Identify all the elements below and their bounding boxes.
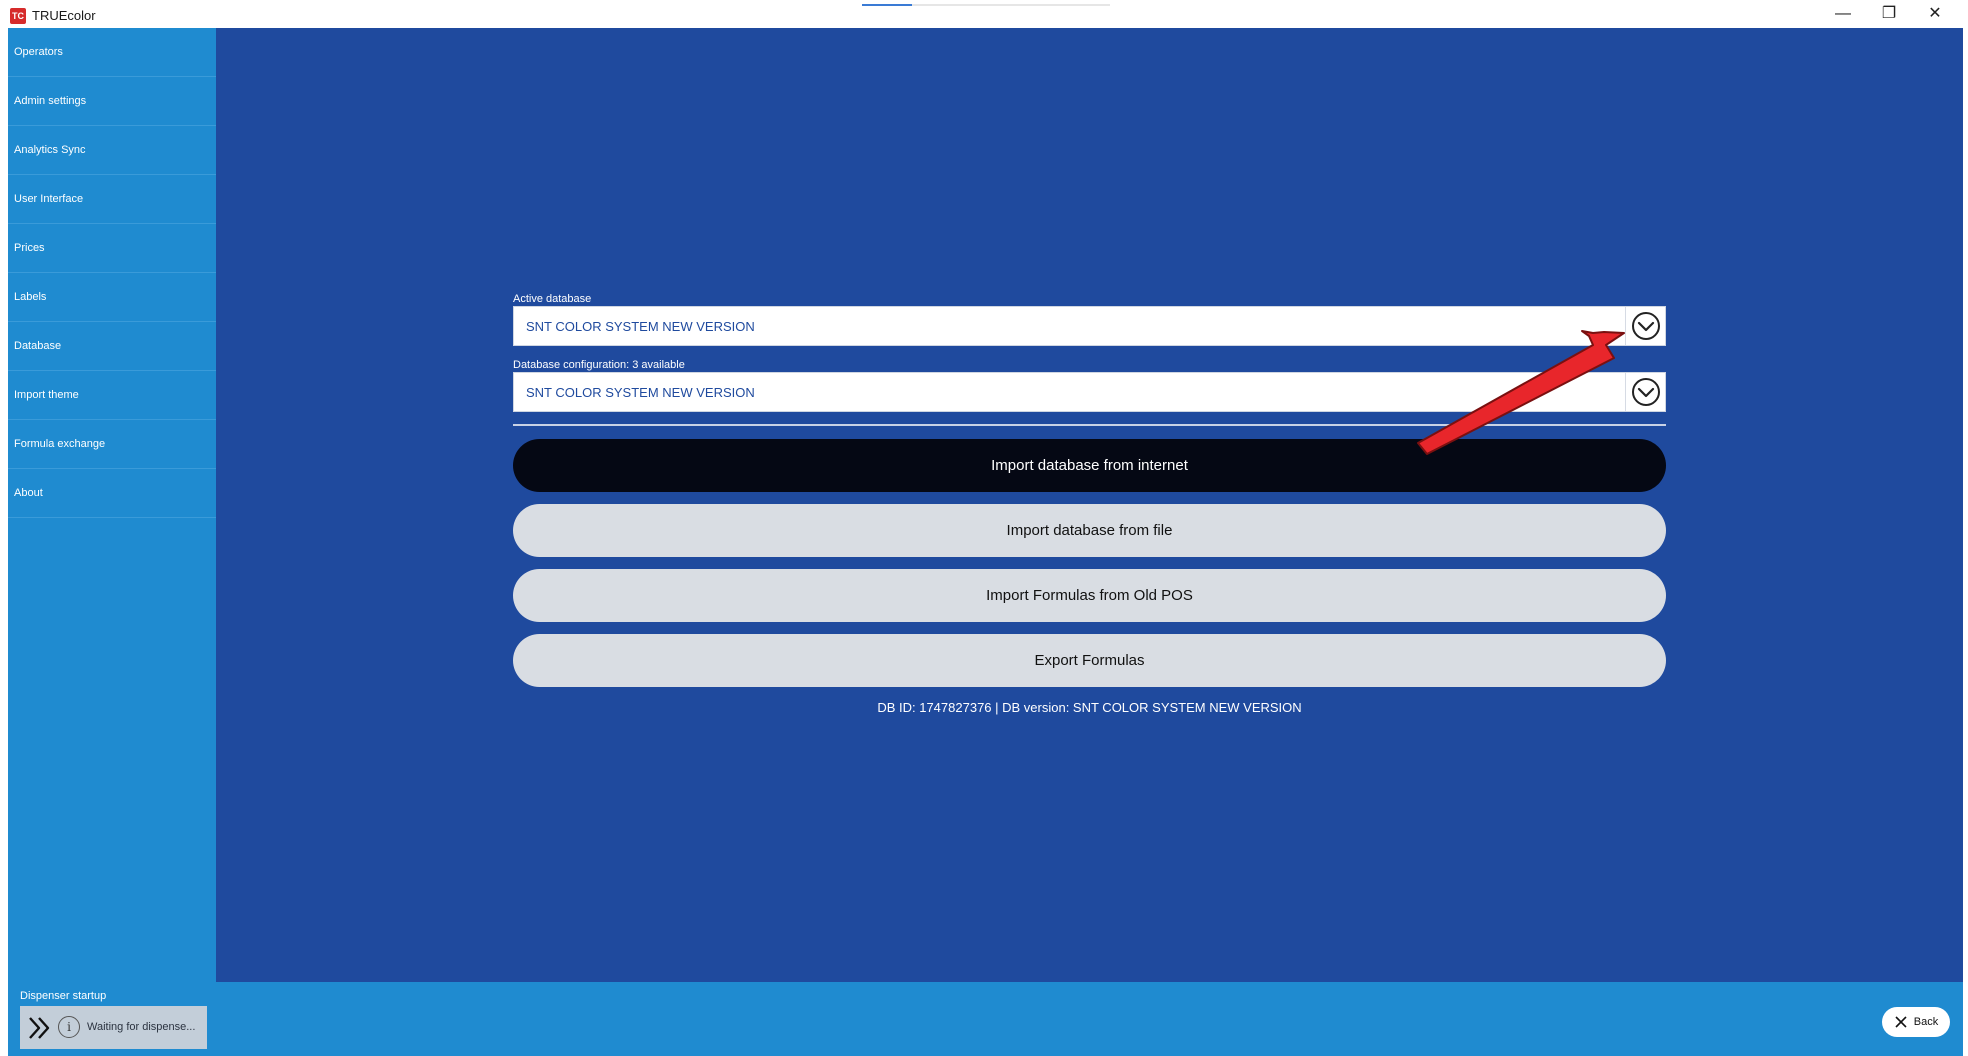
right-edge-strip xyxy=(1963,28,1968,1056)
back-button-label: Back xyxy=(1913,1016,1939,1028)
sidebar: Operators Admin settings Analytics Sync … xyxy=(8,28,216,982)
database-info-text: DB ID: 1747827376 | DB version: SNT COLO… xyxy=(877,700,1302,715)
sidebar-item-user-interface[interactable]: User Interface xyxy=(8,175,216,224)
dispenser-status-title: Dispenser startup xyxy=(20,990,107,1002)
chevron-down-icon xyxy=(1631,312,1660,340)
sidebar-item-admin-settings[interactable]: Admin settings xyxy=(8,77,216,126)
active-database-dropdown-button[interactable] xyxy=(1625,307,1665,345)
bottom-bar xyxy=(216,982,1963,1056)
sidebar-item-analytics-sync[interactable]: Analytics Sync xyxy=(8,126,216,175)
left-edge-strip xyxy=(0,28,8,1056)
app-logo: TC xyxy=(10,8,26,24)
dispenser-status-message: Waiting for dispense... xyxy=(87,1021,196,1033)
import-formulas-old-pos-button[interactable]: Import Formulas from Old POS xyxy=(513,569,1666,622)
import-database-internet-button[interactable]: Import database from internet xyxy=(513,439,1666,492)
sidebar-item-prices[interactable]: Prices xyxy=(8,224,216,273)
back-button[interactable]: Back xyxy=(1882,1007,1950,1037)
active-database-label: Active database xyxy=(513,293,592,305)
database-configuration-value: SNT COLOR SYSTEM NEW VERSION xyxy=(526,385,755,400)
active-database-select[interactable]: SNT COLOR SYSTEM NEW VERSION xyxy=(513,306,1666,346)
import-database-file-button[interactable]: Import database from file xyxy=(513,504,1666,557)
database-configuration-select[interactable]: SNT COLOR SYSTEM NEW VERSION xyxy=(513,372,1666,412)
sidebar-item-about[interactable]: About xyxy=(8,469,216,518)
title-progress-bar xyxy=(862,4,1110,6)
sidebar-item-database[interactable]: Database xyxy=(8,322,216,371)
close-x-icon xyxy=(1895,1016,1907,1028)
title-progress-fill xyxy=(862,4,912,6)
window-title: TRUEcolor xyxy=(32,8,96,23)
sidebar-item-operators[interactable]: Operators xyxy=(8,28,216,77)
chevron-down-icon xyxy=(1631,378,1660,406)
divider xyxy=(513,424,1666,426)
dispenser-status-card[interactable]: i Waiting for dispense... xyxy=(20,1006,207,1049)
double-chevron-right-icon[interactable] xyxy=(26,1014,54,1042)
minimize-icon[interactable]: — xyxy=(1820,0,1866,28)
sidebar-item-labels[interactable]: Labels xyxy=(8,273,216,322)
database-configuration-dropdown-button[interactable] xyxy=(1625,373,1665,411)
dispenser-status-panel: Dispenser startup i Waiting for dispense… xyxy=(8,982,216,1056)
active-database-value: SNT COLOR SYSTEM NEW VERSION xyxy=(526,319,755,334)
close-icon[interactable]: ✕ xyxy=(1912,0,1958,28)
database-configuration-label: Database configuration: 3 available xyxy=(513,359,685,371)
export-formulas-button[interactable]: Export Formulas xyxy=(513,634,1666,687)
info-icon: i xyxy=(58,1016,80,1038)
title-bar: TC TRUEcolor — ❐ ✕ xyxy=(0,0,1968,28)
sidebar-item-formula-exchange[interactable]: Formula exchange xyxy=(8,420,216,469)
sidebar-item-import-theme[interactable]: Import theme xyxy=(8,371,216,420)
maximize-icon[interactable]: ❐ xyxy=(1866,0,1912,28)
